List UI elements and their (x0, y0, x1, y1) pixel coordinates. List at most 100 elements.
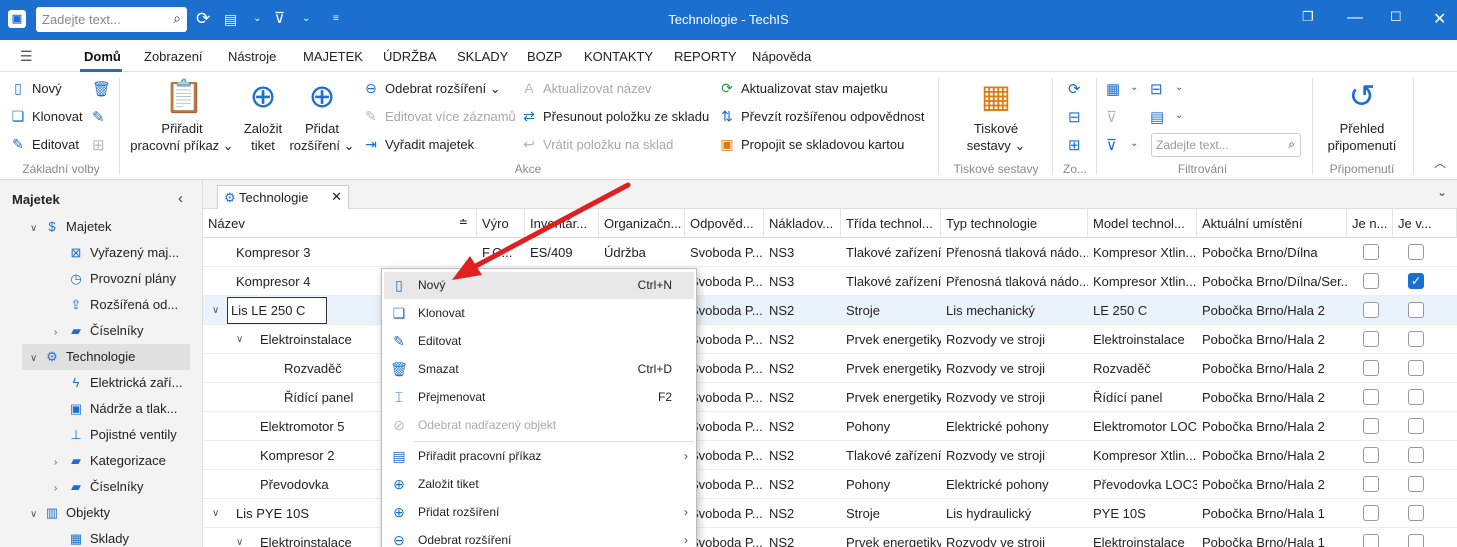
checkbox[interactable] (1363, 302, 1379, 318)
tab-technologie[interactable]: ⚙ Technologie ✕ (217, 185, 349, 209)
menu-warehouses[interactable]: SKLADY (457, 49, 508, 64)
column-header-year[interactable]: Výro (477, 209, 525, 238)
link-card-button[interactable]: ▣ Propojit se skladovou kartou (719, 136, 904, 153)
tree-item-objects[interactable]: ∨ ▥ Objekty (30, 500, 190, 526)
column-header-org[interactable]: Organizačn... (599, 209, 685, 238)
close-icon[interactable]: ✕ (1433, 9, 1446, 29)
checkbox[interactable] (1363, 360, 1379, 376)
close-icon[interactable]: ✕ (331, 189, 342, 205)
search-icon[interactable]: ⌕ (1288, 137, 1295, 152)
expand-icon[interactable]: ∨ (30, 346, 44, 372)
checkbox[interactable] (1408, 447, 1424, 463)
take-responsibility-button[interactable]: ⇅ Převzít rozšířenou odpovědnost (719, 108, 924, 125)
refresh-icon[interactable]: ⟳ (1068, 80, 1081, 98)
column-header-location[interactable]: Aktuální umístění (1197, 209, 1347, 238)
trash-icon[interactable]: 🗑 (92, 80, 111, 98)
restore-icon[interactable]: ❐ (1302, 9, 1314, 25)
checkbox[interactable] (1363, 505, 1379, 521)
tree-item-technologie[interactable]: ∨ ⚙ Technologie (22, 344, 190, 370)
minimize-icon[interactable]: — (1347, 9, 1363, 27)
ctx-new[interactable]: ▯ Nový Ctrl+N (384, 272, 694, 299)
expand-icon[interactable]: ∨ (231, 325, 243, 354)
checkbox[interactable] (1408, 302, 1424, 318)
layout-icon[interactable]: ▦ (1106, 80, 1120, 98)
menu-home[interactable]: Domů (84, 49, 121, 64)
app-menu-icon[interactable]: ☰ (20, 48, 33, 65)
checkbox[interactable] (1363, 534, 1379, 547)
column-chooser-icon[interactable]: ⊟ (1150, 80, 1163, 98)
tree-item-discarded[interactable]: ⊠ Vyřazený maj... (54, 240, 190, 266)
collapse-ribbon-icon[interactable]: ︿ (1434, 154, 1446, 171)
chevron-down-icon[interactable]: ⌄ (1130, 82, 1138, 93)
chevron-down-icon[interactable]: ⌄ (1175, 82, 1183, 93)
tree-item-majetek[interactable]: ∨ $ Majetek (30, 214, 190, 240)
assign-work-order-button[interactable]: 📋 Přiřadit pracovní příkaz ⌄ (128, 78, 236, 154)
expand-icon[interactable]: › (54, 320, 68, 346)
create-ticket-button[interactable]: ⊕ Založit tiket (238, 78, 288, 154)
chevron-down-icon[interactable]: ⌄ (1130, 138, 1138, 149)
checkbox[interactable] (1408, 534, 1424, 547)
checkbox[interactable] (1408, 476, 1424, 492)
remove-extension-button[interactable]: ⊖ Odebrat rozšíření ⌄ (363, 80, 501, 97)
tree-item-codebooks-2[interactable]: › ▰ Číselníky (54, 474, 190, 500)
ctx-rename[interactable]: ⌶ Přejmenovat F2 (384, 384, 694, 411)
menu-maintenance[interactable]: ÚDRŽBA (383, 49, 436, 64)
chevron-down-icon[interactable]: ⌄ (1437, 185, 1447, 199)
checkbox[interactable] (1363, 476, 1379, 492)
expand-icon[interactable]: ∨ (30, 216, 44, 242)
column-header-responsible[interactable]: Odpověd... (685, 209, 764, 238)
column-header-flag1[interactable]: Je n... (1347, 209, 1393, 238)
ctx-add-extension[interactable]: ⊕ Přidat rozšíření › (384, 499, 694, 526)
edit-list-icon[interactable]: ✎ (92, 108, 105, 126)
move-item-button[interactable]: ⇄ Přesunout položku ze skladu (521, 108, 709, 125)
expand-icon[interactable]: ∨ (207, 499, 219, 528)
update-status-button[interactable]: ⟳ Aktualizovat stav majetku (719, 80, 888, 97)
menu-bozp[interactable]: BOZP (527, 49, 562, 64)
ctx-remove-parent[interactable]: ⊘ Odebrat nadřazený objekt (384, 412, 694, 439)
menu-contacts[interactable]: KONTAKTY (584, 49, 653, 64)
chevron-left-icon[interactable]: ‹ (178, 190, 183, 207)
return-item-button[interactable]: ↩ Vrátit položku na sklad (521, 136, 673, 153)
column-header-type[interactable]: Typ technologie (941, 209, 1088, 238)
column-header-flag2[interactable]: Je v... (1393, 209, 1457, 238)
column-header-cost[interactable]: Nákladov... (764, 209, 841, 238)
checkbox[interactable] (1363, 244, 1379, 260)
checkbox[interactable] (1363, 447, 1379, 463)
checkbox[interactable] (1363, 273, 1379, 289)
clone-button[interactable]: ❏ Klonovat (10, 108, 83, 125)
tree-item-categorization[interactable]: › ▰ Kategorizace (54, 448, 190, 474)
filter-input[interactable]: Zadejte text... ⌕ (1151, 133, 1301, 157)
table-row[interactable]: Kompresor 3 F.C... ES/409 Údržba Svoboda P..… (203, 238, 1457, 267)
tree-item-tanks[interactable]: ▣ Nádrže a tlak... (54, 396, 190, 422)
menu-reports[interactable]: REPORTY (674, 49, 737, 64)
filter-icon[interactable]: ⊽ (1106, 136, 1117, 154)
checkbox[interactable] (1408, 418, 1424, 434)
column-header-class[interactable]: Třída technol... (841, 209, 941, 238)
expand-icon[interactable]: ⊞ (1068, 136, 1081, 154)
checkbox[interactable] (1363, 418, 1379, 434)
ctx-clone[interactable]: ❏ Klonovat (384, 300, 694, 327)
column-header-name[interactable]: Název ≐ (203, 209, 477, 238)
name-edit-field[interactable]: Lis LE 250 C (227, 297, 327, 324)
print-reports-button[interactable]: ▦ Tiskové sestavy ⌄ (948, 78, 1044, 154)
menu-tools[interactable]: Nástroje (228, 49, 276, 64)
checkbox[interactable] (1408, 389, 1424, 405)
expand-icon[interactable]: › (54, 476, 68, 502)
ctx-assign-wo[interactable]: ▤ Přiřadit pracovní příkaz › (384, 443, 694, 470)
column-header-inventory[interactable]: Inventár... (525, 209, 599, 238)
tree-item-ext-resp[interactable]: ⇪ Rozšířená od... (54, 292, 190, 318)
group-icon[interactable]: ▤ (1150, 108, 1164, 126)
hierarchy-icon[interactable]: ⊞ (92, 136, 105, 154)
tree-item-plans[interactable]: ◷ Provozní plány (54, 266, 190, 292)
ctx-create-ticket[interactable]: ⊕ Založit tiket (384, 471, 694, 498)
tree-item-valves[interactable]: ⊥ Pojistné ventily (54, 422, 190, 448)
ctx-remove-extension[interactable]: ⊖ Odebrat rozšíření › (384, 527, 694, 547)
tree-item-codebooks[interactable]: › ▰ Číselníky (54, 318, 190, 344)
menu-help[interactable]: Nápověda (752, 49, 811, 64)
checkbox[interactable] (1408, 360, 1424, 376)
ctx-edit[interactable]: ✎ Editovat (384, 328, 694, 355)
checkbox[interactable] (1363, 389, 1379, 405)
checkbox[interactable] (1408, 331, 1424, 347)
expand-icon[interactable]: ∨ (30, 502, 44, 528)
expand-icon[interactable]: ∨ (207, 296, 219, 325)
